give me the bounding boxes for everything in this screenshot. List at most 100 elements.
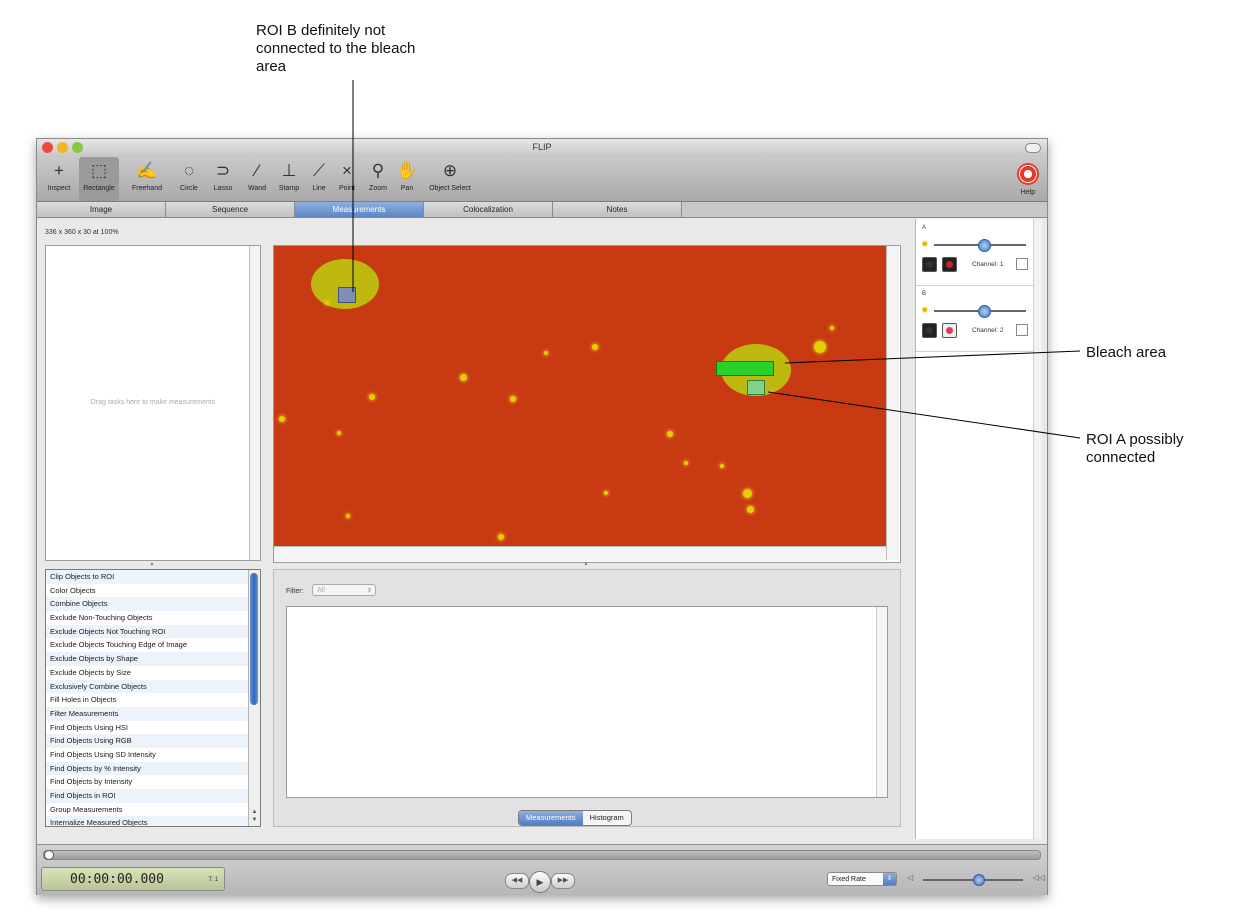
annotation-roi-a-line2: connected	[1086, 449, 1156, 466]
list-item[interactable]: Exclude Objects by Shape	[46, 652, 260, 666]
playhead[interactable]	[44, 850, 54, 860]
list-item[interactable]: Exclude Objects Not Touching ROI	[46, 624, 260, 639]
channel-b-color-well[interactable]	[922, 323, 937, 338]
channel-a-color-well[interactable]	[922, 257, 937, 272]
list-item[interactable]: Find Objects in ROI	[46, 789, 260, 803]
play-button[interactable]: ▶	[529, 871, 551, 893]
annotation-roi-a-line1: ROI A possibly	[1086, 431, 1184, 448]
list-item[interactable]: Find Objects Using RGB	[46, 734, 260, 748]
object-dot	[684, 461, 688, 465]
measurements-table[interactable]	[286, 606, 888, 798]
list-item[interactable]: Exclude Non-Touching Objects	[46, 611, 260, 625]
annotation-roi-b: ROI B definitely not connected to the bl…	[256, 22, 415, 76]
slider-knob[interactable]	[978, 239, 991, 252]
scroll-thumb[interactable]	[250, 573, 258, 705]
list-item[interactable]: Combine Objects	[46, 597, 260, 612]
list-item[interactable]: Fill Holes in Objects	[46, 693, 260, 707]
help-button[interactable]: Help	[1013, 159, 1043, 196]
brightness-icon: ✹	[921, 305, 929, 315]
list-item[interactable]: Clip Objects to ROI	[46, 570, 260, 584]
image-info: 336 x 360 x 30 at 100%	[45, 229, 119, 236]
annotation-roi-a: ROI A possibly connected	[1086, 431, 1184, 467]
task-list-scrollbar[interactable]: ▲ ▼	[248, 570, 260, 826]
timecode-display: 00:00:00.000 T: 1	[41, 867, 225, 891]
tab-image[interactable]: Image	[37, 202, 166, 217]
rewind-button[interactable]: ◀◀	[505, 873, 529, 889]
filter-value: All	[317, 587, 325, 594]
task-drop-area[interactable]: Drag tasks here to make measurements	[45, 245, 261, 561]
tool-freehand[interactable]: ✍ Freehand	[127, 157, 167, 201]
fast-forward-button[interactable]: ▶▶	[551, 873, 575, 889]
tab-sequence[interactable]: Sequence	[166, 202, 295, 217]
list-item[interactable]: Find Objects by % Intensity	[46, 761, 260, 776]
list-item[interactable]: Group Measurements	[46, 803, 260, 817]
slider-knob[interactable]	[978, 305, 991, 318]
time-scrubber[interactable]	[43, 850, 1041, 860]
list-item[interactable]: Internalize Measured Objects	[46, 816, 260, 826]
object-dot	[604, 491, 608, 495]
scroll-arrows-icon[interactable]: ▲ ▼	[249, 808, 260, 824]
window-title: FLIP	[532, 142, 552, 152]
channel-a-lut-well[interactable]	[942, 257, 957, 272]
object-dot	[325, 301, 329, 305]
channel-a-checkbox[interactable]	[1016, 258, 1028, 270]
help-label: Help	[1020, 189, 1036, 196]
tool-pan[interactable]: ✋ Pan	[387, 157, 427, 201]
hand-icon: ✋	[396, 161, 418, 180]
channel-panel: A ✹ Channel: 1 B ✹ Channel: 2	[915, 219, 1042, 839]
channel-b-lut-well[interactable]	[942, 323, 957, 338]
task-list: Clip Objects to ROI Color Objects Combin…	[45, 569, 261, 827]
roi-b[interactable]	[338, 287, 356, 303]
object-dot	[544, 351, 548, 355]
list-item[interactable]: Find Objects by Intensity	[46, 775, 260, 789]
tab-measurements[interactable]: Measurements	[295, 202, 424, 217]
image-vertical-scrollbar[interactable]	[886, 246, 899, 560]
image-horizontal-scrollbar[interactable]	[274, 546, 886, 561]
list-item[interactable]: Exclude Objects Touching Edge of Image	[46, 638, 260, 652]
tool-rectangle[interactable]: ⬚ Rectangle	[79, 157, 119, 201]
bleach-area[interactable]	[716, 361, 774, 376]
object-dot	[337, 431, 341, 435]
tool-inspect[interactable]: + Inspect	[39, 157, 79, 201]
channel-panel-scrollbar[interactable]	[1033, 219, 1042, 839]
flip-window: FLIP + Inspect ⬚ Rectangle ✍ Freehand ◌ …	[36, 138, 1048, 895]
roi-a[interactable]	[747, 380, 765, 395]
object-dot	[460, 374, 467, 381]
results-scrollbar[interactable]	[876, 607, 887, 797]
list-item[interactable]: Exclusively Combine Objects	[46, 679, 260, 694]
center-splitter[interactable]: ▲	[273, 561, 899, 567]
toolbar-toggle-button[interactable]	[1025, 143, 1041, 153]
image-viewer	[273, 245, 901, 563]
filter-select[interactable]: All ⇕	[312, 584, 376, 596]
list-item[interactable]: Color Objects	[46, 584, 260, 598]
object-dot	[346, 514, 350, 518]
slow-icon: ◁	[907, 873, 914, 882]
tab-histogram-view[interactable]: Histogram	[583, 811, 631, 825]
tab-bar: Image Sequence Measurements Colocalizati…	[37, 202, 1047, 218]
list-item[interactable]: Exclude Objects by Size	[46, 666, 260, 680]
lifebuoy-icon	[1017, 163, 1039, 185]
list-item[interactable]: Find Objects Using SD Intensity	[46, 748, 260, 762]
playback-rate-select[interactable]: Fixed Rate ⇕	[827, 872, 897, 886]
left-splitter[interactable]: ▲	[45, 561, 259, 567]
playback-controls: ◀◀ ▶ ▶▶	[505, 871, 579, 893]
task-drop-hint: Drag tasks here to make measurements	[90, 399, 216, 406]
object-dot	[369, 394, 375, 400]
object-dot	[279, 416, 285, 422]
tool-object-select[interactable]: ⊕ Object Select	[425, 157, 475, 201]
frame-indicator: T: 1	[208, 877, 218, 883]
speed-slider[interactable]: ◁ ◁◁	[907, 871, 1045, 887]
slider-knob[interactable]	[973, 874, 985, 886]
tab-colocalization[interactable]: Colocalization	[424, 202, 553, 217]
tab-notes[interactable]: Notes	[553, 202, 682, 217]
tab-measurements-view[interactable]: Measurements	[519, 811, 583, 825]
object-dot	[720, 464, 724, 468]
list-item[interactable]: Filter Measurements	[46, 706, 260, 721]
channel-b-checkbox[interactable]	[1016, 324, 1028, 336]
task-drop-scrollbar[interactable]	[249, 246, 260, 560]
list-item[interactable]: Find Objects Using HSI	[46, 721, 260, 735]
fluorescence-image[interactable]	[274, 246, 886, 546]
object-dot	[830, 326, 834, 330]
transport-bar: 00:00:00.000 T: 1 ◀◀ ▶ ▶▶ Fixed Rate ⇕ ◁…	[37, 844, 1047, 895]
channel-b-label: Channel: 2	[972, 327, 1004, 334]
